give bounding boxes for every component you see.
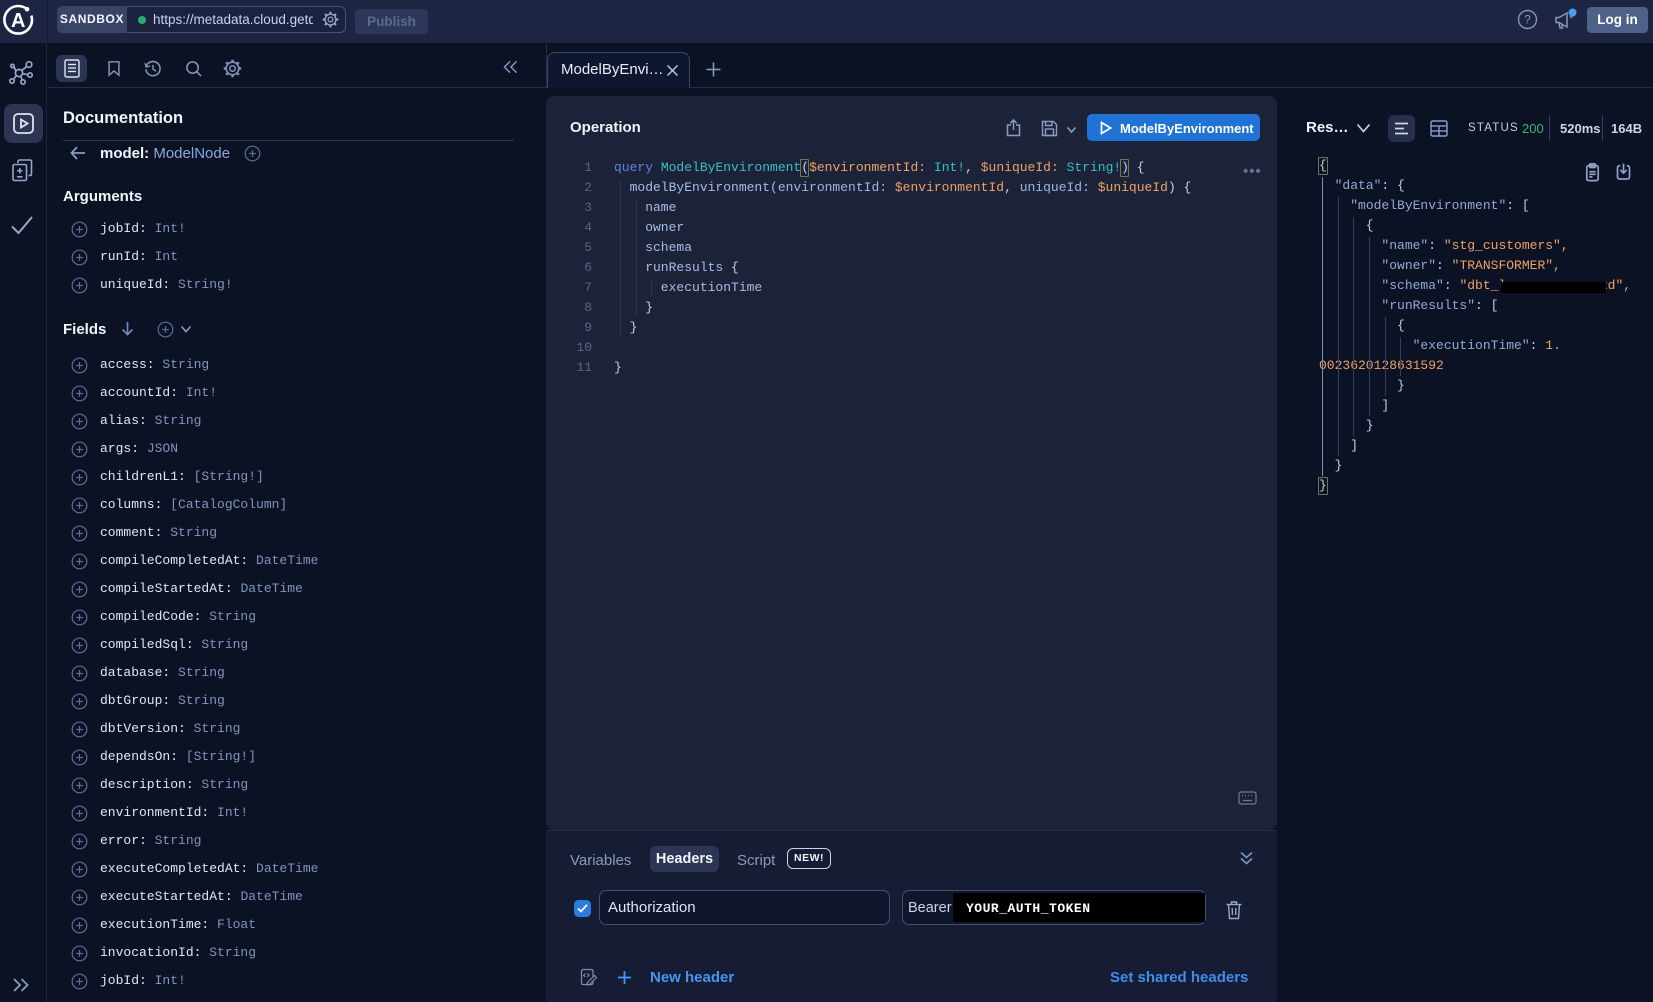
svg-text:A: A (11, 10, 25, 32)
svg-text:?: ? (1524, 13, 1531, 27)
